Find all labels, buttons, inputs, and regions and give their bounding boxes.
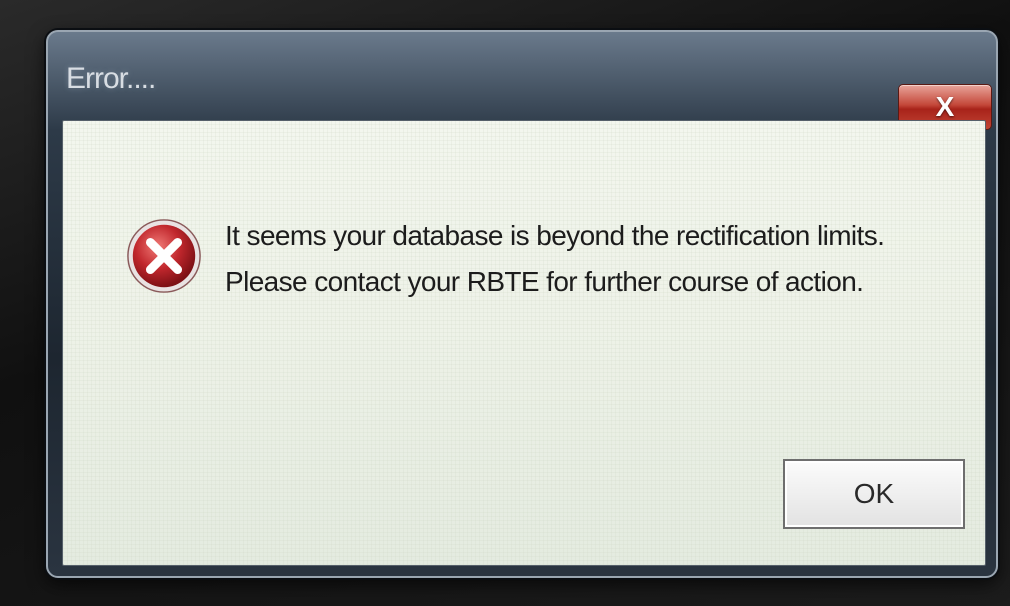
ok-button[interactable]: OK: [783, 459, 965, 529]
error-icon: [127, 219, 201, 293]
dialog-title: Error....: [66, 62, 156, 95]
error-message: It seems your database is beyond the rec…: [225, 213, 965, 305]
error-dialog: Error.... X It seems your database is be…: [46, 30, 998, 578]
message-line: It seems your database is beyond the rec…: [225, 220, 885, 251]
screen: Error.... X It seems your database is be…: [0, 0, 1010, 606]
title-bar[interactable]: Error.... X: [48, 32, 996, 130]
message-line: Please contact your RBTE for further cou…: [225, 266, 864, 297]
dialog-content: It seems your database is beyond the rec…: [62, 120, 986, 566]
ok-button-label: OK: [853, 478, 895, 509]
close-icon: X: [935, 91, 955, 122]
